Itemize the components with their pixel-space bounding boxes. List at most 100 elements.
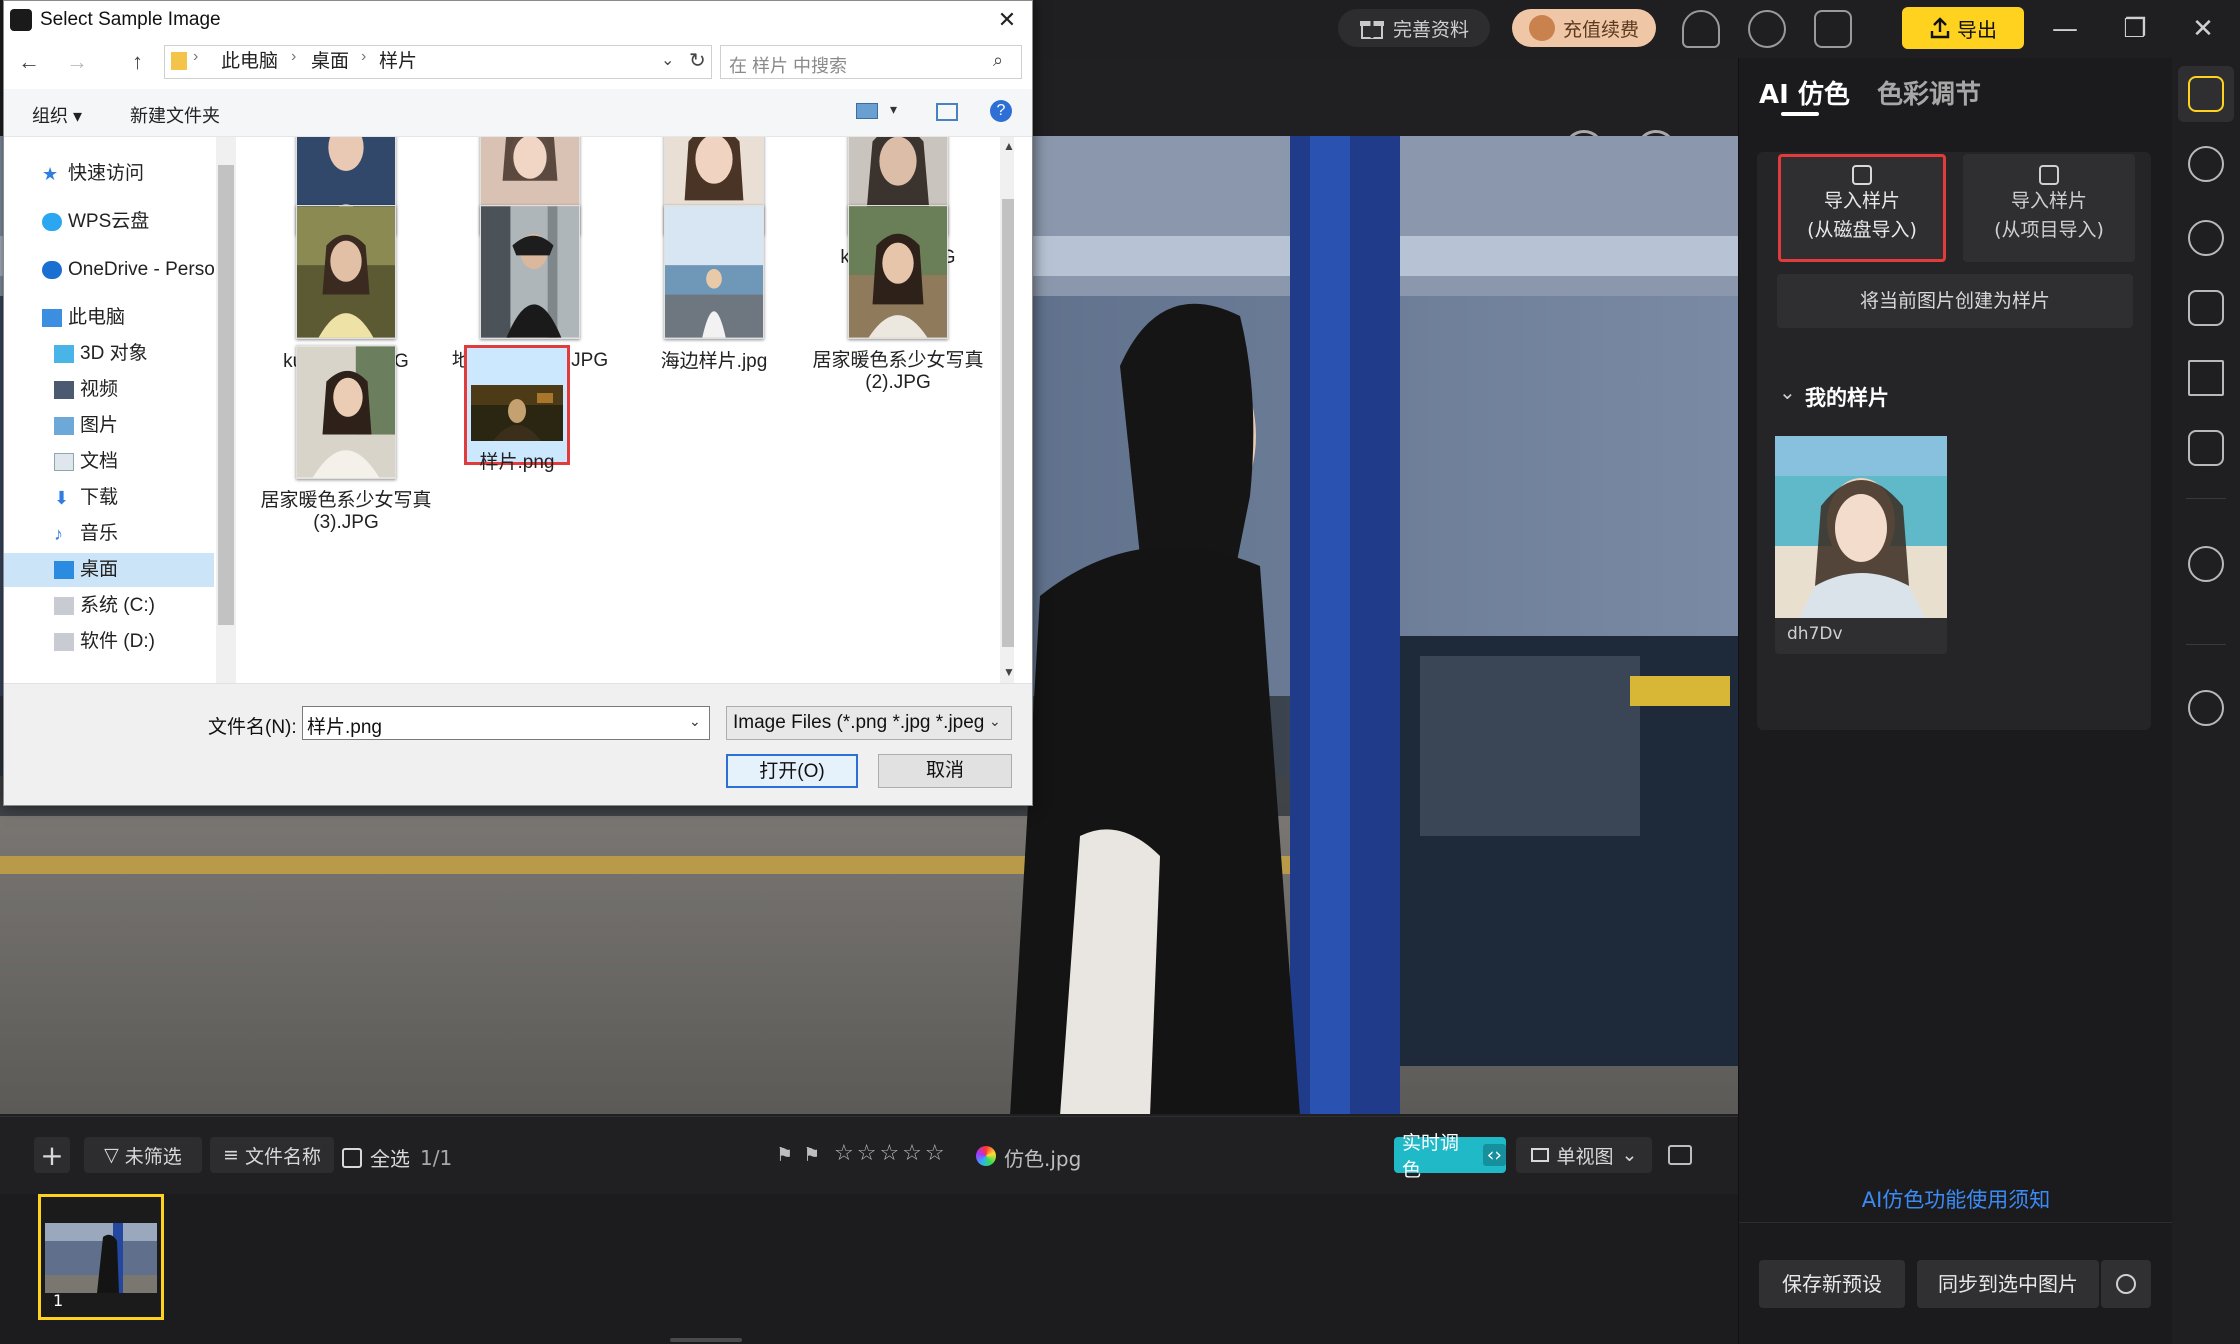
chevron-down-icon[interactable]: ⌄ xyxy=(689,713,701,730)
scroll-down-icon[interactable]: ▼ xyxy=(1003,665,1014,679)
save-preset-button[interactable]: 保存新预设 xyxy=(1759,1260,1905,1308)
sync-selected-button[interactable]: 同步到选中图片 xyxy=(1917,1260,2099,1308)
sort-icon: ≡ xyxy=(223,1144,239,1166)
search-icon: ⌕ xyxy=(993,50,1004,70)
nav-item-videos[interactable]: 视频 xyxy=(16,373,226,407)
import-from-project-button[interactable]: 导入样片 (从项目导入) xyxy=(1963,154,2135,262)
address-dropdown-icon[interactable]: ⌄ xyxy=(661,50,674,70)
breadcrumb-samples[interactable]: 样片 xyxy=(379,48,417,76)
nav-scrollbar[interactable] xyxy=(216,137,236,683)
back-arrow-icon[interactable]: ← xyxy=(18,49,40,75)
filename-input[interactable]: 样片.png ⌄ xyxy=(302,706,710,740)
star-rating[interactable]: ☆☆☆☆☆ xyxy=(834,1141,948,1166)
filename-value: 样片.png xyxy=(307,717,382,738)
help-icon[interactable]: ? xyxy=(990,100,1012,122)
help-link[interactable]: AI仿色功能使用须知 xyxy=(1739,1184,2173,1214)
file-list-scrollbar[interactable]: ▲ ▼ xyxy=(1000,137,1014,683)
nav-item-3d-objects[interactable]: 3D 对象 xyxy=(16,337,226,371)
image-adjust-icon[interactable] xyxy=(2188,290,2224,326)
file-item[interactable]: 居家暖色系少女写真 (2).JPG xyxy=(808,205,988,394)
recharge-button[interactable]: 充值续费 xyxy=(1512,9,1656,47)
filetype-select[interactable]: Image Files (*.png *.jpg *.jpeg ⌄ xyxy=(726,706,1012,740)
create-sample-from-current-button[interactable]: 将当前图片创建为样片 xyxy=(1777,274,2133,328)
nav-item-quick-access[interactable]: ★ 快速访问 xyxy=(4,157,214,191)
restore-icon[interactable]: ❐ xyxy=(2118,12,2152,46)
preview-pane-icon[interactable] xyxy=(936,103,958,121)
user-icon[interactable] xyxy=(1748,10,1786,48)
import-from-disk-button[interactable]: 导入样片 (从磁盘导入) xyxy=(1778,154,1946,262)
logout-icon[interactable] xyxy=(1814,10,1852,48)
nav-item-music[interactable]: ♪ 音乐 xyxy=(16,517,226,551)
settings-button[interactable] xyxy=(2101,1260,2151,1308)
sliders-icon[interactable] xyxy=(2188,76,2224,112)
face-icon[interactable] xyxy=(2188,146,2224,182)
refresh-icon[interactable]: ↻ xyxy=(689,48,706,73)
up-arrow-icon[interactable]: ↑ xyxy=(132,49,143,75)
organize-button[interactable]: 组织 ▾ xyxy=(32,102,82,128)
file-item-selected[interactable]: 样片.png xyxy=(464,345,570,473)
nav-item-documents[interactable]: 文档 xyxy=(16,445,226,479)
tab-color-adjust[interactable]: 色彩调节 xyxy=(1877,74,1981,111)
open-button[interactable]: 打开(O) xyxy=(726,754,858,788)
gear-icon xyxy=(2116,1274,2136,1294)
select-all-label: 全选 xyxy=(370,1147,410,1171)
split-view-button[interactable] xyxy=(1662,1137,1698,1173)
view-mode-dropdown[interactable]: 单视图 ⌄ xyxy=(1516,1137,1652,1173)
close-window-icon[interactable]: ✕ xyxy=(2186,12,2220,46)
document-icon xyxy=(54,453,74,471)
forward-arrow-icon[interactable]: → xyxy=(66,49,88,75)
view-dropdown-icon[interactable]: ▾ xyxy=(890,101,897,118)
realtime-toggle[interactable]: 实时调色 ‹› xyxy=(1394,1132,1506,1181)
filmstrip-thumbnail[interactable]: 1 xyxy=(38,1194,164,1320)
sun-icon[interactable] xyxy=(2188,220,2224,256)
cancel-button[interactable]: 取消 xyxy=(878,754,1012,788)
nav-item-downloads[interactable]: ⬇ 下载 xyxy=(16,481,226,515)
headset-icon[interactable] xyxy=(1682,10,1720,48)
filter-button[interactable]: ▽ 未筛选 xyxy=(84,1137,202,1173)
file-item[interactable]: 海边样片.jpg xyxy=(624,205,804,373)
video-icon xyxy=(54,381,74,399)
realtime-label: 实时调色 xyxy=(1402,1132,1460,1181)
breadcrumb-chevron-icon: › xyxy=(193,48,199,65)
search-field[interactable]: 在 样片 中搜索 ⌕ xyxy=(720,45,1022,79)
nav-item-onedrive[interactable]: OneDrive - Perso xyxy=(4,253,215,287)
scroll-up-icon[interactable]: ▲ xyxy=(1003,139,1014,153)
crop-icon[interactable] xyxy=(2188,360,2224,396)
selection-count: 1/1 xyxy=(420,1145,453,1170)
address-bar[interactable]: › 此电脑 › 桌面 › 样片 ⌄ ↻ xyxy=(164,45,712,79)
cloud-icon xyxy=(42,213,62,231)
sample-card[interactable]: dh7Dv xyxy=(1775,436,1947,654)
nav-item-this-pc[interactable]: 此电脑 xyxy=(4,301,214,335)
export-button[interactable]: 导出 xyxy=(1902,7,2024,49)
nav-item-pictures[interactable]: 图片 xyxy=(16,409,226,443)
breadcrumb-this-pc[interactable]: 此电脑 xyxy=(221,48,278,76)
sample-name: dh7Dv xyxy=(1787,624,1843,644)
dialog-close-button[interactable]: ✕ xyxy=(984,1,1030,39)
add-button[interactable]: + xyxy=(34,1137,70,1173)
nav-scroll-thumb[interactable] xyxy=(218,165,234,625)
filmstrip-scrollbar[interactable] xyxy=(670,1338,742,1342)
thumbnail-index: 1 xyxy=(53,1291,64,1310)
flag-icons[interactable]: ⚑ ⚑ xyxy=(776,1144,822,1166)
app-logo-icon xyxy=(10,9,32,31)
nav-item-drive-c[interactable]: 系统 (C:) xyxy=(16,589,226,623)
tab-ai-color[interactable]: AI 仿色 xyxy=(1759,74,1850,111)
chevron-down-icon: ⌄ xyxy=(989,713,1001,729)
file-scroll-thumb[interactable] xyxy=(1002,199,1014,647)
breadcrumb-desktop[interactable]: 桌面 xyxy=(311,48,349,76)
add-circle-icon[interactable] xyxy=(2188,690,2224,726)
nav-item-desktop[interactable]: 桌面 xyxy=(4,553,214,587)
minimize-icon[interactable]: — xyxy=(2048,12,2082,46)
sort-button[interactable]: ≡ 文件名称 xyxy=(210,1137,334,1173)
nav-item-drive-d[interactable]: 软件 (D:) xyxy=(16,625,226,659)
new-folder-button[interactable]: 新建文件夹 xyxy=(130,102,220,128)
complete-profile-button[interactable]: 完善资料 xyxy=(1338,9,1490,47)
nav-item-wps-cloud[interactable]: WPS云盘 xyxy=(4,205,214,239)
chevron-down-icon[interactable]: ⌄ xyxy=(1779,380,1796,404)
camera-icon[interactable] xyxy=(2188,430,2224,466)
sort-label: 文件名称 xyxy=(244,1145,321,1168)
history-icon[interactable] xyxy=(2188,546,2224,582)
select-all-control[interactable]: 全选 1/1 xyxy=(342,1143,452,1172)
view-options-icon[interactable] xyxy=(856,103,878,119)
import-project-line1: 导入样片 xyxy=(2010,190,2087,212)
